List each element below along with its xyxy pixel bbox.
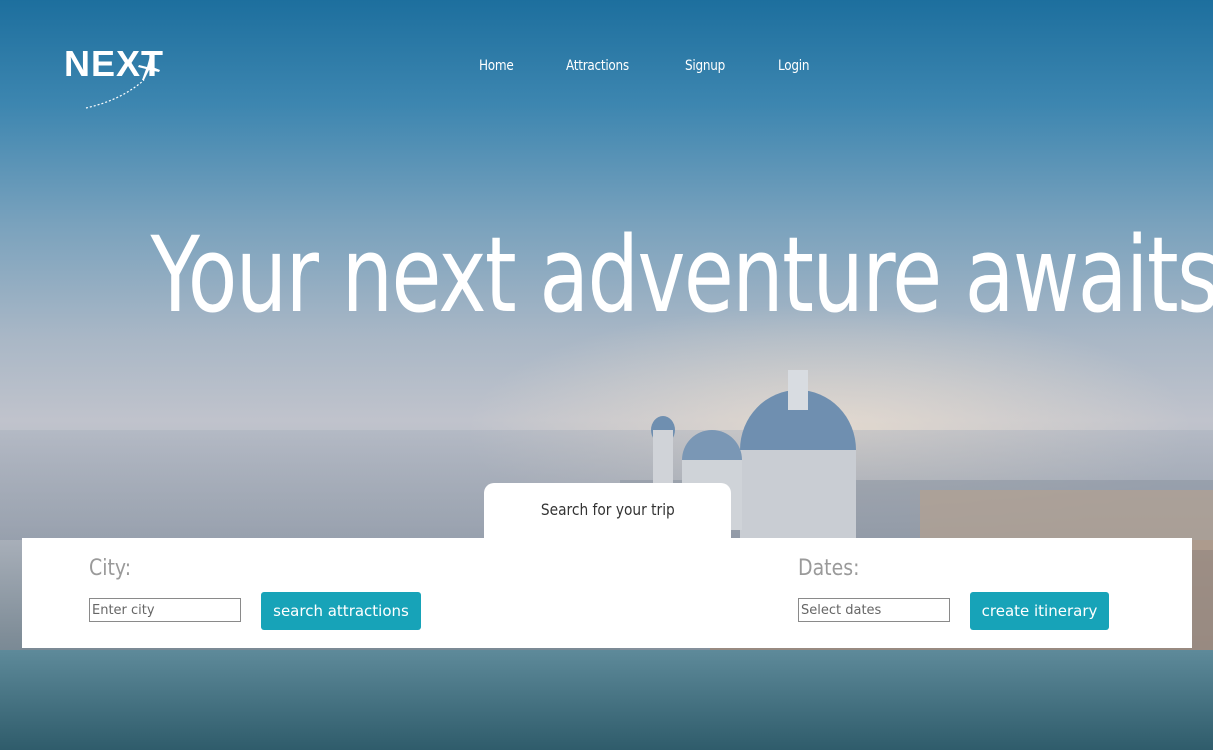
- dates-label: Dates:: [798, 556, 860, 581]
- dates-input[interactable]: [798, 598, 950, 622]
- lagoon-water: [0, 650, 1213, 750]
- nav-login-link[interactable]: Login: [778, 58, 809, 74]
- search-attractions-button[interactable]: search attractions: [261, 592, 421, 630]
- top-navigation: Home Attractions Signup Login: [0, 58, 1213, 80]
- nav-signup-link[interactable]: Signup: [685, 58, 725, 74]
- hero-title-text: Your next adventure awaits: [150, 214, 1213, 336]
- create-itinerary-button[interactable]: create itinerary: [970, 592, 1109, 630]
- hero-title: Your next adventure awaits: [0, 214, 1213, 336]
- city-label: City:: [89, 556, 132, 581]
- city-input[interactable]: [89, 598, 241, 622]
- search-tab-label: Search for your trip: [540, 500, 675, 519]
- search-tab: Search for your trip: [484, 483, 731, 539]
- nav-home-link[interactable]: Home: [479, 58, 514, 74]
- search-panel: City: search attractions Dates: create i…: [22, 538, 1192, 648]
- nav-attractions-link[interactable]: Attractions: [566, 58, 629, 74]
